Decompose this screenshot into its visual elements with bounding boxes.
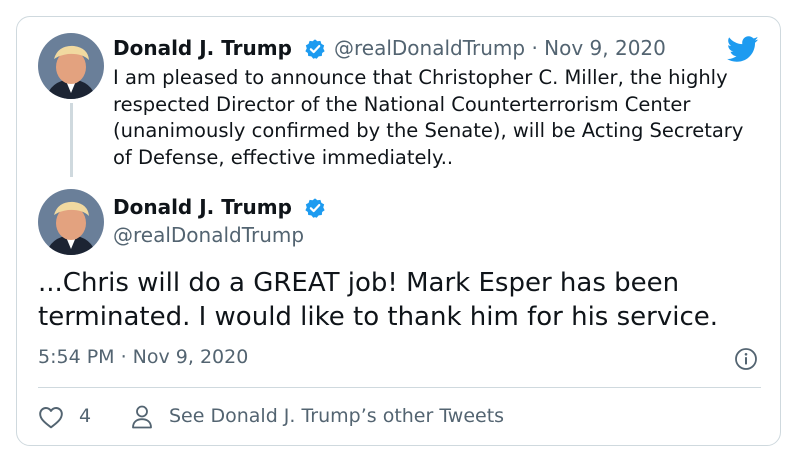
verified-badge-icon — [305, 39, 325, 59]
tweet-timestamp[interactable]: 5:54 PM · Nov 9, 2020 — [38, 346, 248, 368]
tweet-text: ...Chris will do a GREAT job! Mark Esper… — [38, 268, 719, 332]
quoted-author-name[interactable]: Donald J. Trump — [113, 36, 292, 60]
like-count[interactable]: 4 — [79, 405, 91, 427]
quoted-date[interactable]: Nov 9, 2020 — [544, 36, 666, 60]
quoted-handle-date[interactable]: @realDonaldTrump · Nov 9, 2020 — [334, 36, 666, 60]
meta-separator: · — [531, 36, 538, 60]
info-icon[interactable] — [734, 347, 758, 371]
heart-icon[interactable] — [38, 405, 64, 429]
footer-divider — [38, 387, 761, 388]
author-avatar[interactable] — [38, 33, 104, 99]
twitter-bird-icon[interactable] — [727, 36, 759, 63]
author-name[interactable]: Donald J. Trump — [113, 195, 292, 219]
quoted-handle[interactable]: @realDonaldTrump — [334, 36, 525, 60]
person-icon[interactable] — [130, 404, 154, 430]
quoted-tweet-text: I am pleased to announce that Christophe… — [113, 66, 744, 169]
see-other-tweets-link[interactable]: See Donald J. Trump’s other Tweets — [169, 405, 504, 427]
author-handle[interactable]: @realDonaldTrump — [113, 223, 304, 247]
verified-badge-icon — [305, 198, 325, 218]
author-avatar[interactable] — [38, 189, 104, 255]
thread-connector-line — [70, 103, 73, 177]
